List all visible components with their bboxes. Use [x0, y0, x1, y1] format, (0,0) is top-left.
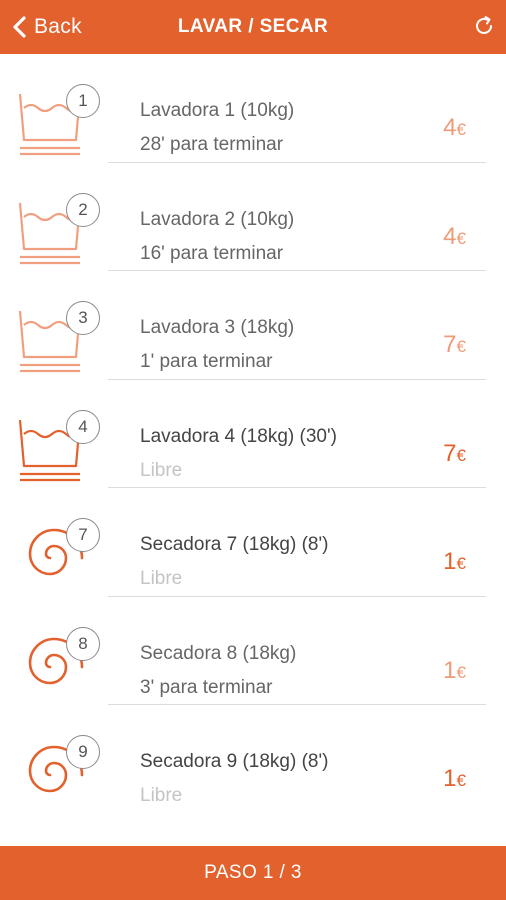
price-amount: 1 — [443, 548, 457, 575]
machine-price: 4€ — [443, 114, 466, 142]
chevron-left-icon — [13, 16, 26, 38]
step-button[interactable]: PASO 1 / 3 — [0, 846, 506, 900]
price-amount: 7 — [443, 331, 457, 358]
machine-number-badge: 7 — [66, 518, 100, 552]
machine-row-1[interactable]: 1 Lavadora 1 (10kg) 28' para terminar 4€ — [0, 54, 506, 163]
machine-number-badge: 3 — [66, 301, 100, 335]
machine-number-badge: 2 — [66, 192, 100, 227]
price-currency: € — [456, 554, 466, 573]
price-currency: € — [456, 337, 466, 356]
machine-number-badge: 1 — [66, 84, 100, 118]
machine-row-3[interactable]: 3 Lavadora 3 (18kg) 1' para terminar 7€ — [0, 271, 506, 380]
price-currency: € — [456, 228, 466, 248]
machine-status: Libre — [140, 785, 183, 806]
top-bar: Back LAVAR / SECAR — [0, 0, 506, 54]
price-amount: 1 — [443, 765, 457, 792]
machine-price: 7€ — [443, 331, 466, 359]
machine-name: Lavadora 1 (10kg) — [140, 100, 295, 121]
price-amount: 7 — [443, 439, 457, 467]
machine-status: 3' para terminar — [140, 676, 273, 698]
machine-name: Lavadora 4 (18kg) (30') — [140, 425, 337, 447]
price-currency: € — [456, 445, 466, 465]
machine-name: Lavadora 2 (10kg) — [140, 208, 295, 230]
machine-number-badge: 9 — [66, 735, 100, 769]
machine-name: Lavadora 3 (18kg) — [140, 317, 295, 338]
price-amount: 4 — [443, 114, 457, 141]
machine-row-4[interactable]: 4 Lavadora 4 (18kg) (30') Libre 7€ — [0, 380, 506, 488]
machine-status: 1' para terminar — [140, 351, 273, 372]
machine-status: Libre — [140, 459, 183, 481]
machine-row-2[interactable]: 2 Lavadora 2 (10kg) 16' para terminar 4€ — [0, 163, 506, 271]
machine-name: Secadora 8 (18kg) — [140, 642, 297, 664]
step-label: PASO 1 / 3 — [204, 862, 302, 883]
back-button[interactable]: Back — [10, 0, 82, 54]
back-label: Back — [34, 15, 82, 38]
machine-status: Libre — [140, 568, 183, 589]
machine-row-9[interactable]: 9 Secadora 9 (18kg) (8') Libre 1€ — [0, 705, 506, 814]
machine-number-badge: 4 — [66, 409, 100, 444]
machine-name: Secadora 7 (18kg) (8') — [140, 534, 329, 555]
machine-price: 4€ — [443, 223, 466, 251]
machine-number-badge: 8 — [66, 626, 100, 661]
machine-name: Secadora 9 (18kg) (8') — [140, 751, 329, 772]
machine-status: 28' para terminar — [140, 134, 284, 155]
machine-list: 1 Lavadora 1 (10kg) 28' para terminar 4€ 2 La… — [0, 54, 506, 814]
price-amount: 1 — [443, 656, 457, 684]
price-amount: 4 — [443, 222, 457, 250]
machine-price: 1€ — [443, 765, 466, 793]
price-currency: € — [456, 120, 466, 139]
machine-row-7[interactable]: 7 Secadora 7 (18kg) (8') Libre 1€ — [0, 488, 506, 597]
price-currency: € — [456, 771, 466, 790]
machine-price: 7€ — [443, 440, 466, 468]
refresh-icon[interactable] — [472, 14, 496, 38]
machine-status: 16' para terminar — [140, 242, 284, 264]
machine-price: 1€ — [443, 657, 466, 685]
price-currency: € — [456, 662, 466, 682]
machine-price: 1€ — [443, 548, 466, 576]
machine-row-8[interactable]: 8 Secadora 8 (18kg) 3' para terminar 1€ — [0, 597, 506, 705]
